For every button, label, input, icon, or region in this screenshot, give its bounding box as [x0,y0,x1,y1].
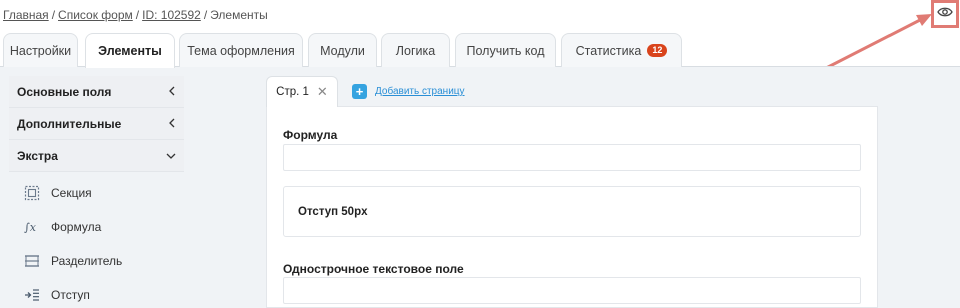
plus-icon: + [352,84,367,99]
form-editor: Стр. 1 ✕ + Добавить страницу Формула Отс… [266,76,878,308]
chevron-left-icon [168,85,176,99]
text-field-label: Однострочное текстовое поле [283,262,464,276]
tab-label: Статистика [575,43,642,58]
add-page-button[interactable]: + Добавить страницу [352,84,465,99]
chevron-left-icon [168,117,176,131]
tab-label: Получить код [466,43,545,58]
formula-field[interactable] [283,144,861,171]
group-label: Экстра [17,148,58,163]
element-indent[interactable]: Отступ [9,278,184,308]
breadcrumb: Главная / Список форм / ID: 102592/Элементы [3,8,268,22]
page-tab-1[interactable]: Стр. 1 ✕ [266,76,338,107]
formula-field-label: Формула [283,128,338,142]
tab-label: Логика [395,43,436,58]
element-label: Отступ [51,288,90,302]
add-page-label: Добавить страницу [375,86,465,97]
tab-theme[interactable]: Тема оформления [179,33,303,67]
single-line-text-field[interactable] [283,277,861,304]
element-label: Разделитель [51,254,123,268]
tab-elements[interactable]: Элементы [85,33,175,68]
element-label: Формула [51,220,102,234]
chevron-down-icon [166,149,176,163]
tab-label: Настройки [9,43,72,58]
extra-elements-list: Секция ∫x Формула Разделитель Отступ [9,176,184,308]
notification-badge: 12 [647,44,668,57]
breadcrumb-current: Элементы [210,8,268,22]
close-icon[interactable]: ✕ [317,84,328,100]
tab-modules[interactable]: Модули [308,33,377,67]
group-additional[interactable]: Дополнительные [9,108,184,140]
svg-text:∫x: ∫x [24,221,37,234]
element-section[interactable]: Секция [9,176,184,210]
tab-label: Тема оформления [187,43,295,58]
tab-label: Элементы [98,44,162,58]
preview-button[interactable] [931,0,959,28]
formula-icon: ∫x [23,218,41,236]
group-extra[interactable]: Экстра [9,140,184,172]
element-label: Секция [51,186,92,200]
breadcrumb-home-link[interactable]: Главная [3,8,49,22]
tab-statistics[interactable]: Статистика 12 [561,33,682,67]
breadcrumb-separator: / [51,8,56,22]
indent-icon [23,286,41,304]
tab-label: Модули [320,43,365,58]
page-tab-label: Стр. 1 [276,86,309,98]
element-formula[interactable]: ∫x Формула [9,210,184,244]
element-divider[interactable]: Разделитель [9,244,184,278]
form-canvas: Формула Отступ 50px Однострочное текстов… [266,106,878,308]
section-icon [23,184,41,202]
spacer-element[interactable]: Отступ 50px [283,186,861,237]
breadcrumb-separator: / [135,8,140,22]
breadcrumb-separator: / [203,8,208,22]
group-label: Дополнительные [17,116,122,131]
group-basic-fields[interactable]: Основные поля [9,76,184,108]
breadcrumb-form-id-link[interactable]: ID: 102592 [142,8,201,22]
elements-sidebar: Основные поля Дополнительные Экстра [9,76,184,172]
tab-settings[interactable]: Настройки [3,33,78,67]
group-label: Основные поля [17,84,112,99]
tab-get-code[interactable]: Получить код [455,33,556,67]
divider-icon [23,252,41,270]
main-tabs: Настройки Элементы Тема оформления Модул… [0,33,960,68]
breadcrumb-forms-list-link[interactable]: Список форм [58,8,133,22]
spacer-label: Отступ 50px [298,205,368,218]
tab-logic[interactable]: Логика [381,33,450,67]
eye-icon [937,5,953,23]
